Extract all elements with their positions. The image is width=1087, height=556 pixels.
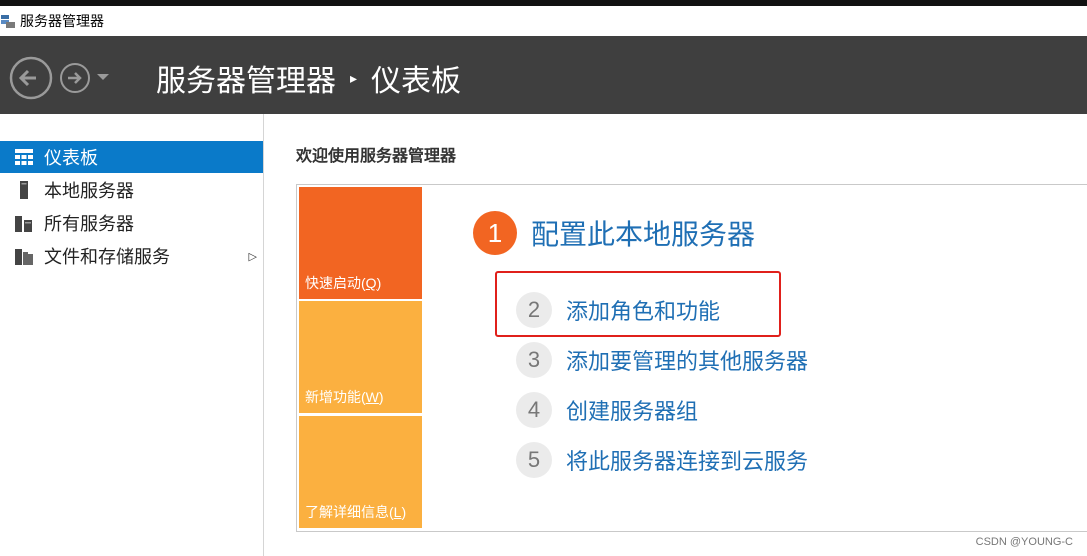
- sidebar-item-label: 所有服务器: [44, 214, 134, 234]
- breadcrumb-separator-icon: ▸: [350, 69, 358, 86]
- step-number-badge: 5: [516, 442, 552, 478]
- step-connect-cloud[interactable]: 5 将此服务器连接到云服务: [516, 442, 808, 478]
- step-configure-local-server[interactable]: 1 配置此本地服务器: [473, 211, 755, 255]
- dashboard-icon: [15, 149, 33, 165]
- sidebar: 仪表板 本地服务器 所有服务器 文件和存储服务 ▷: [0, 114, 264, 556]
- sidebar-item-all-servers[interactable]: 所有服务器: [0, 207, 263, 239]
- submenu-arrow-icon[interactable]: ▷: [249, 250, 257, 263]
- breadcrumb: 服务器管理器 ▸ 仪表板: [156, 56, 461, 100]
- step-number-badge: 1: [473, 211, 517, 255]
- header-bar: 服务器管理器 ▸ 仪表板: [0, 36, 1087, 114]
- tile-label: 快速启动(Q): [305, 275, 382, 291]
- local-server-icon: [20, 181, 28, 199]
- chevron-down-icon[interactable]: [96, 72, 110, 82]
- step-number-badge: 3: [516, 342, 552, 378]
- main-content: 欢迎使用服务器管理器 快速启动(Q) 新增功能(W) 了解详细信息(L) 1 配…: [264, 114, 1087, 556]
- step-link[interactable]: 添加要管理的其他服务器: [566, 344, 808, 376]
- quick-start-panel: 快速启动(Q) 新增功能(W) 了解详细信息(L) 1 配置此本地服务器 2 添…: [296, 184, 1087, 532]
- all-servers-icon: [15, 216, 32, 232]
- breadcrumb-page: 仪表板: [371, 65, 462, 98]
- back-arrow-icon[interactable]: [9, 56, 53, 100]
- tile-learn-more[interactable]: 了解详细信息(L): [299, 416, 422, 528]
- sidebar-item-file-storage[interactable]: 文件和存储服务 ▷: [0, 240, 263, 272]
- step-add-servers[interactable]: 3 添加要管理的其他服务器: [516, 342, 808, 378]
- breadcrumb-app[interactable]: 服务器管理器: [156, 56, 336, 100]
- window-titlebar: 服务器管理器: [0, 6, 1087, 36]
- step-link[interactable]: 将此服务器连接到云服务: [566, 444, 808, 476]
- step-link[interactable]: 创建服务器组: [566, 394, 698, 426]
- step-create-server-group[interactable]: 4 创建服务器组: [516, 392, 698, 428]
- watermark: CSDN @YOUNG-C: [975, 536, 1073, 548]
- tile-label: 了解详细信息(L): [305, 504, 407, 520]
- sidebar-item-local-server[interactable]: 本地服务器: [0, 174, 263, 206]
- tile-quick-start[interactable]: 快速启动(Q): [299, 187, 422, 299]
- page-title: 欢迎使用服务器管理器: [296, 148, 457, 165]
- sidebar-item-label: 仪表板: [44, 148, 98, 168]
- tile-label: 新增功能(W): [305, 389, 384, 405]
- sidebar-item-label: 本地服务器: [44, 181, 134, 201]
- file-storage-icon: [15, 249, 33, 265]
- server-manager-icon: [1, 15, 15, 28]
- sidebar-item-label: 文件和存储服务: [44, 247, 170, 267]
- tile-whats-new[interactable]: 新增功能(W): [299, 301, 422, 413]
- sidebar-item-dashboard[interactable]: 仪表板: [0, 141, 263, 173]
- window-title: 服务器管理器: [20, 13, 104, 29]
- red-highlight-box: [495, 271, 781, 337]
- forward-arrow-icon[interactable]: [59, 62, 91, 94]
- step-link[interactable]: 配置此本地服务器: [531, 213, 755, 253]
- step-number-badge: 4: [516, 392, 552, 428]
